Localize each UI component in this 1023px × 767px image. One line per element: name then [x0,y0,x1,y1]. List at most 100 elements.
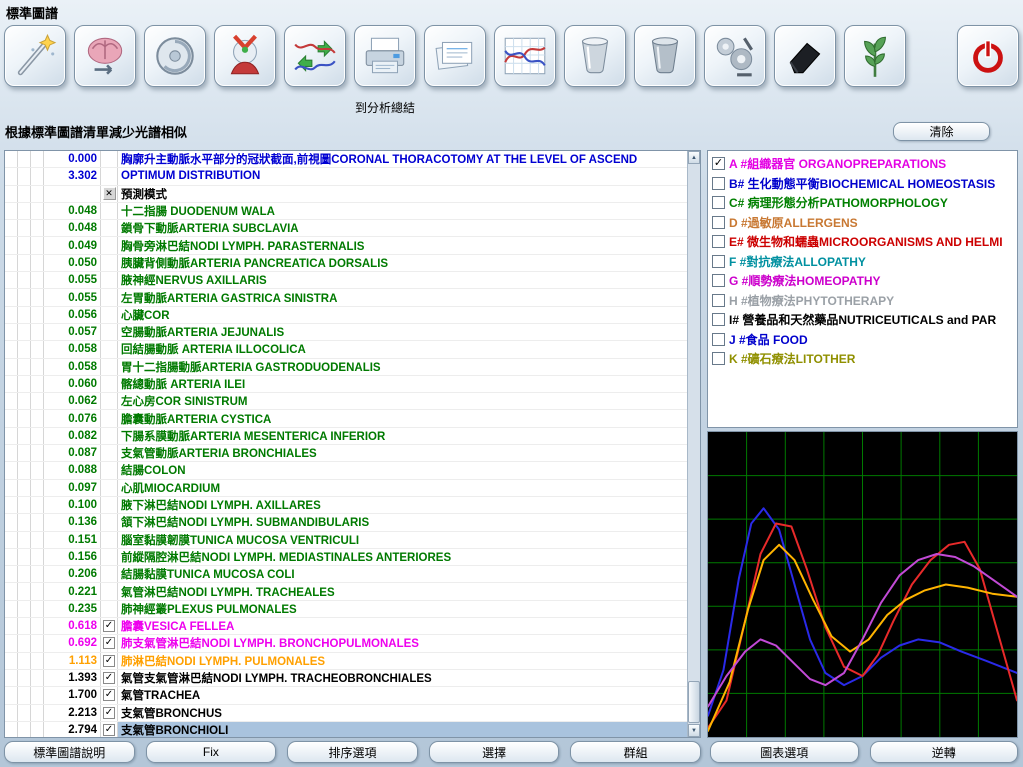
table-row[interactable]: 0.060髂總動脈 ARTERIA ILEI [5,376,687,393]
row-checkbox-cell[interactable] [101,480,118,496]
category-item[interactable]: D #過敏原ALLERGENS [710,213,1015,233]
check-icon[interactable]: ✓ [103,707,115,719]
table-row[interactable]: ✕預測模式 [5,186,687,203]
row-checkbox-cell[interactable]: ✓ [101,635,118,651]
row-checkbox-cell[interactable]: ✓ [101,618,118,634]
table-row[interactable]: 0.076膽囊動脈ARTERIA CYSTICA [5,410,687,427]
select-button[interactable]: 選擇 [429,741,560,763]
table-row[interactable]: 2.794✓支氣管BRONCHIOLI [5,722,687,737]
check-icon[interactable]: ✓ [103,672,115,684]
table-row[interactable]: 0.049胸骨旁淋巴結NODI LYMPH. PARASTERNALIS [5,237,687,254]
row-checkbox-cell[interactable] [101,393,118,409]
table-row[interactable]: 0.088結腸COLON [5,462,687,479]
table-row[interactable]: 0.055腋神經NERVUS AXILLARIS [5,272,687,289]
row-checkbox-cell[interactable] [101,168,118,184]
clear-button[interactable]: 清除 [893,122,990,141]
check-icon[interactable]: ✓ [103,620,115,632]
table-row[interactable]: 0.056心臟COR [5,307,687,324]
category-item[interactable]: C# 病理形態分析PATHOMORPHOLOGY [710,193,1015,213]
category-checkbox[interactable] [712,352,725,365]
invert-button[interactable]: 逆轉 [870,741,1019,763]
row-checkbox-cell[interactable] [101,255,118,271]
row-checkbox-cell[interactable] [101,428,118,444]
eraser-button[interactable] [774,25,836,87]
table-row[interactable]: 1.393✓氣管支氣管淋巴結NODI LYMPH. TRACHEOBRONCHI… [5,670,687,687]
row-checkbox-cell[interactable]: ✕ [101,186,118,202]
row-checkbox-cell[interactable]: ✓ [101,670,118,686]
head-arrows-button[interactable] [214,25,276,87]
table-row[interactable]: 0.221氣管淋巴結NODI LYMPH. TRACHEALES [5,583,687,600]
category-checkbox[interactable] [712,235,725,248]
exit-button[interactable] [957,25,1019,87]
row-checkbox-cell[interactable] [101,532,118,548]
chart-options-button[interactable]: 圖表選項 [710,741,859,763]
table-row[interactable]: 0.000胸廓升主動脈水平部分的冠狀截面,前視圖CORONAL THORACOT… [5,151,687,168]
category-checkbox[interactable] [712,216,725,229]
table-row[interactable]: 0.050胰臟背側動脈ARTERIA PANCREATICA DORSALIS [5,255,687,272]
table-row[interactable]: 0.055左胃動脈ARTERIA GASTRICA SINISTRA [5,289,687,306]
print-button[interactable] [354,25,416,87]
category-checkbox[interactable] [712,274,725,287]
table-row[interactable]: 0.151腦室黏膜韌膜TUNICA MUCOSA VENTRICULI [5,532,687,549]
row-checkbox-cell[interactable] [101,220,118,236]
category-item[interactable]: ✓A #組織器官 ORGANOPREPARATIONS [710,154,1015,174]
card-index-button[interactable] [424,25,486,87]
table-row[interactable]: 0.206結腸黏膜TUNICA MUCOSA COLI [5,566,687,583]
graph-button[interactable] [494,25,556,87]
row-checkbox-cell[interactable] [101,289,118,305]
category-item[interactable]: I# 營養品和天然藥品NUTRICEUTICALS and PAR [710,310,1015,330]
sort-options-button[interactable]: 排序選項 [287,741,418,763]
wand-button[interactable] [4,25,66,87]
table-row[interactable]: 1.113✓肺淋巴結NODI LYMPH. PULMONALES [5,653,687,670]
table-row[interactable]: 0.087支氣管動脈ARTERIA BRONCHIALES [5,445,687,462]
check-icon[interactable]: ✓ [103,655,115,667]
table-row[interactable]: 3.302OPTIMUM DISTRIBUTION [5,168,687,185]
row-checkbox-cell[interactable] [101,307,118,323]
scroll-thumb[interactable] [688,681,700,723]
fix-button[interactable]: Fix [146,741,277,763]
table-row[interactable]: 2.213✓支氣管BRONCHUS [5,705,687,722]
scroll-up-icon[interactable]: ▲ [688,151,700,164]
row-checkbox-cell[interactable] [101,514,118,530]
row-checkbox-cell[interactable] [101,601,118,617]
category-checkbox[interactable] [712,177,725,190]
table-row[interactable]: 0.058胃十二指腸動脈ARTERIA GASTRODUODENALIS [5,359,687,376]
plant-button[interactable] [844,25,906,87]
scroll-down-icon[interactable]: ▼ [688,724,700,737]
row-checkbox-cell[interactable]: ✓ [101,722,118,737]
table-row[interactable]: 0.082下腸系膜動脈ARTERIA MESENTERICA INFERIOR [5,428,687,445]
row-checkbox-cell[interactable] [101,462,118,478]
group-button[interactable]: 群組 [570,741,701,763]
head-profile-button[interactable] [144,25,206,87]
table-scrollbar[interactable]: ▲ ▼ [687,151,700,737]
atlas-info-button[interactable]: 標準圖譜說明 [4,741,135,763]
category-checkbox[interactable] [712,255,725,268]
category-checkbox[interactable]: ✓ [712,157,725,170]
row-checkbox-cell[interactable] [101,151,118,167]
category-checkbox[interactable] [712,294,725,307]
x-mark-icon[interactable]: ✕ [103,187,116,200]
row-checkbox-cell[interactable] [101,324,118,340]
table-row[interactable]: 0.156前縱隔腔淋巴結NODI LYMPH. MEDIASTINALES AN… [5,549,687,566]
category-checkbox[interactable] [712,196,725,209]
cup-dark-button[interactable] [634,25,696,87]
row-checkbox-cell[interactable]: ✓ [101,687,118,703]
brain-button[interactable] [74,25,136,87]
row-checkbox-cell[interactable] [101,445,118,461]
row-checkbox-cell[interactable] [101,497,118,513]
table-row[interactable]: 0.048十二指腸 DUODENUM WALA [5,203,687,220]
row-checkbox-cell[interactable] [101,566,118,582]
table-row[interactable]: 0.136頷下淋巴結NODI LYMPH. SUBMANDIBULARIS [5,514,687,531]
row-checkbox-cell[interactable] [101,549,118,565]
category-item[interactable]: F #對抗療法ALLOPATHY [710,252,1015,272]
table-row[interactable]: 0.100腋下淋巴結NODI LYMPH. AXILLARES [5,497,687,514]
check-icon[interactable]: ✓ [103,724,115,736]
row-checkbox-cell[interactable] [101,272,118,288]
table-row[interactable]: 0.618✓膽囊VESICA FELLEA [5,618,687,635]
table-row[interactable]: 0.062左心房COR SINISTRUM [5,393,687,410]
row-checkbox-cell[interactable]: ✓ [101,653,118,669]
category-checkbox[interactable] [712,313,725,326]
table-row[interactable]: 0.058回結腸動脈 ARTERIA ILLOCOLICA [5,341,687,358]
row-checkbox-cell[interactable] [101,359,118,375]
row-checkbox-cell[interactable] [101,376,118,392]
